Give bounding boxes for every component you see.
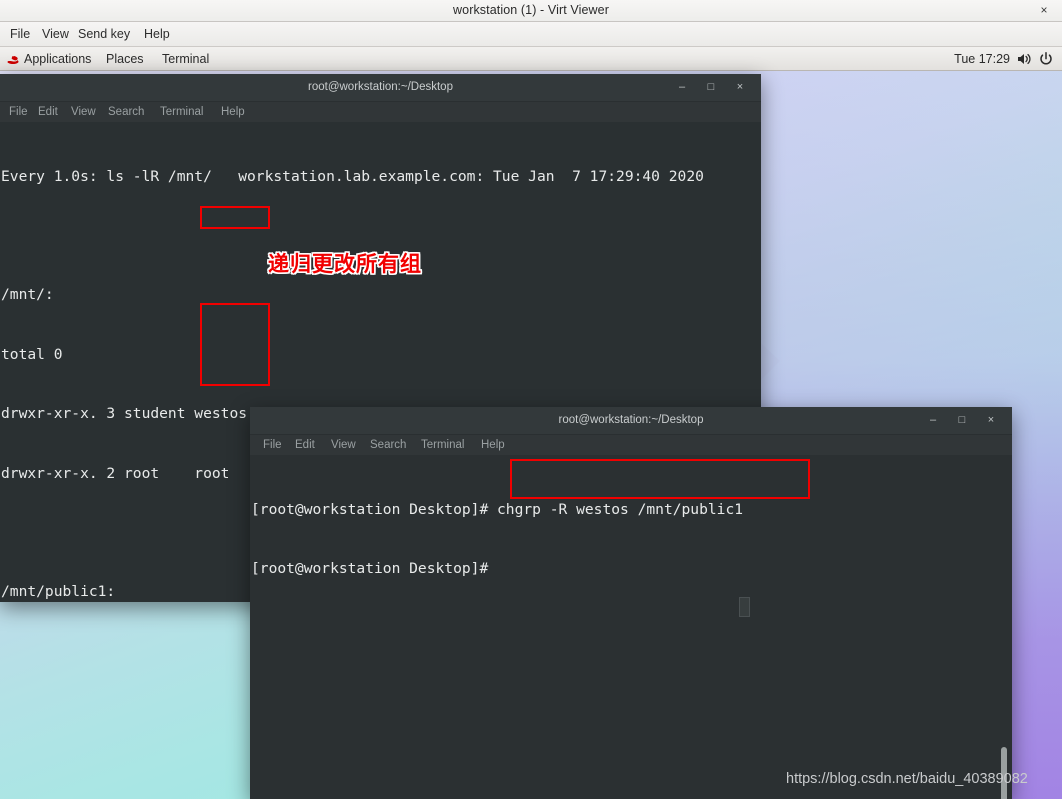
terminal-menu-help[interactable]: Help [476,435,510,455]
terminal-menu-edit[interactable]: Edit [33,102,63,122]
terminal-line: Every 1.0s: ls -lR /mnt/ workstation.lab… [1,167,704,185]
virt-viewer-titlebar: workstation (1) - Virt Viewer × [0,0,1062,22]
terminal-window-command[interactable]: root@workstation:~/Desktop – □ × File Ed… [250,407,1012,799]
redhat-icon[interactable] [6,53,20,65]
terminal-menu-search[interactable]: Search [365,435,411,455]
terminal-watch-titlebar[interactable]: root@workstation:~/Desktop – □ × [0,74,761,102]
annotation-note: 递归更改所有组 [268,252,422,276]
close-icon[interactable]: × [729,74,751,101]
terminal-command-titlebar[interactable]: root@workstation:~/Desktop – □ × [250,407,1012,435]
volume-icon[interactable] [1016,51,1032,67]
panel-places-menu[interactable]: Places [106,47,144,71]
panel-applications-menu[interactable]: Applications [24,47,91,71]
terminal-command-menubar: File Edit View Search Terminal Help [250,435,1012,455]
panel-clock[interactable]: Tue 17:29 [954,47,1010,71]
window-title: workstation (1) - Virt Viewer [453,3,609,17]
watermark-text: https://blog.csdn.net/baidu_40389082 [786,771,1028,787]
gnome-top-panel: Applications Places Terminal Tue 17:29 [0,47,1062,71]
panel-terminal-item[interactable]: Terminal [162,47,209,71]
maximize-icon[interactable]: □ [951,407,973,434]
menu-item-help[interactable]: Help [138,22,176,47]
terminal-menu-terminal[interactable]: Terminal [416,435,469,455]
terminal-menu-view[interactable]: View [66,102,101,122]
terminal-command-title: root@workstation:~/Desktop [558,414,704,426]
terminal-watch-title: root@workstation:~/Desktop [308,81,453,93]
maximize-icon[interactable]: □ [700,74,722,101]
menu-item-send-key[interactable]: Send key [72,22,136,47]
terminal-cursor [739,597,750,617]
minimize-icon[interactable]: – [671,74,693,101]
terminal-menu-file[interactable]: File [4,102,33,122]
terminal-menu-view[interactable]: View [326,435,361,455]
screen-root: workstation (1) - Virt Viewer × File Vie… [0,0,1062,799]
terminal-line: [root@workstation Desktop]# chgrp -R wes… [251,500,744,518]
close-icon[interactable]: × [1034,0,1054,21]
virt-viewer-menubar: File View Send key Help [0,22,1062,47]
minimize-icon[interactable]: – [922,407,944,434]
terminal-line: /mnt/: [1,286,54,304]
terminal-command-output[interactable]: [root@workstation Desktop]# chgrp -R wes… [250,455,1012,799]
menu-item-view[interactable]: View [36,22,75,47]
terminal-watch-menubar: File Edit View Search Terminal Help [0,102,761,122]
terminal-line: [root@workstation Desktop]# [251,559,498,577]
terminal-menu-terminal[interactable]: Terminal [155,102,208,122]
terminal-line: total 0 [1,345,63,363]
power-icon[interactable] [1038,51,1054,67]
terminal-menu-file[interactable]: File [258,435,287,455]
terminal-menu-edit[interactable]: Edit [290,435,320,455]
terminal-menu-help[interactable]: Help [216,102,250,122]
menu-item-file[interactable]: File [4,22,36,47]
terminal-menu-search[interactable]: Search [103,102,149,122]
close-icon[interactable]: × [980,407,1002,434]
